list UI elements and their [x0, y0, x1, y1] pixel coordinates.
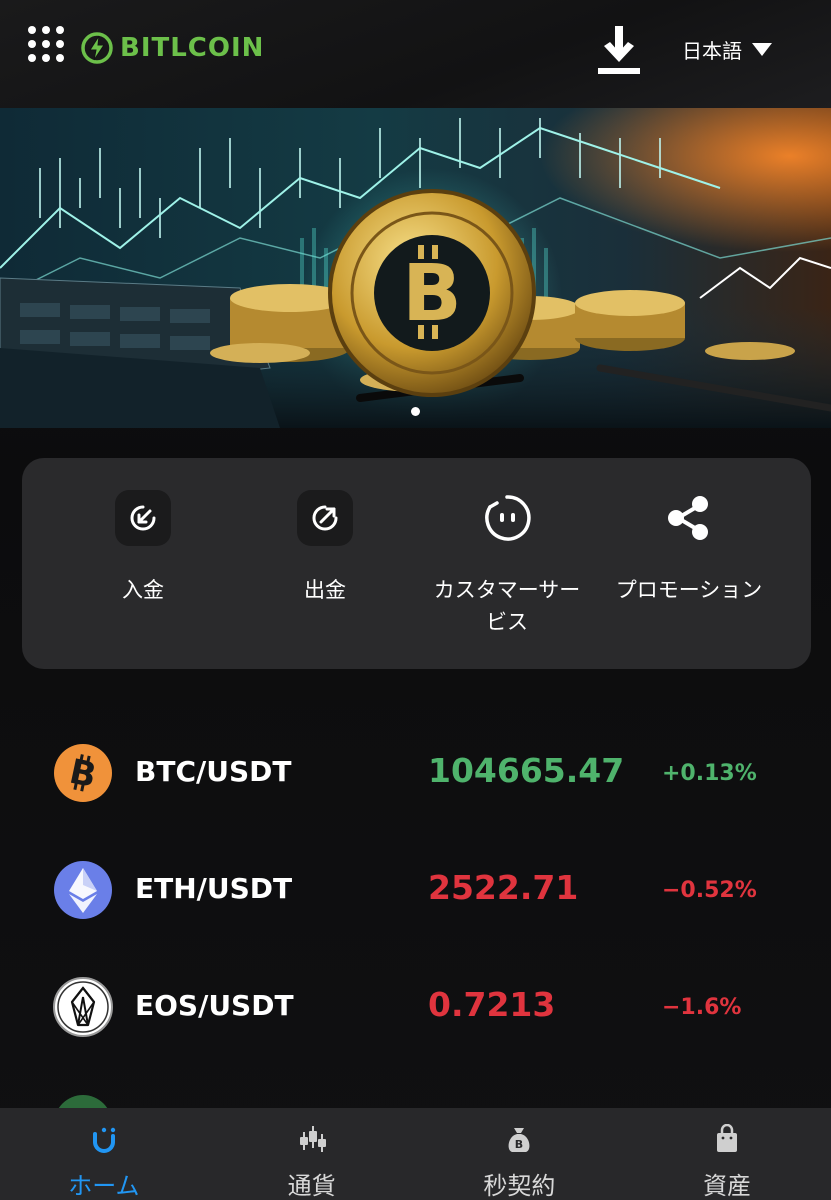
last-price: 104665.47: [428, 751, 625, 790]
nav-label: 資産: [703, 1172, 752, 1200]
quick-actions-card: 入金 出金 カスタマーサー ビス プロモーション: [22, 458, 811, 669]
pair-name: ETH/USDT: [135, 872, 293, 905]
language-selector[interactable]: 日本語: [682, 34, 772, 64]
last-price: 2522.71: [428, 868, 579, 907]
btc-icon: B: [54, 744, 112, 802]
market-row-btc[interactable]: B BTC/USDT 104665.47 +0.13%: [0, 715, 831, 832]
banner-pagination[interactable]: [0, 407, 831, 416]
home-icon: [92, 1127, 116, 1153]
candlestick-icon: [299, 1126, 326, 1152]
wallet-bag-icon: [717, 1124, 738, 1152]
deposit-arrow-icon: [115, 490, 171, 546]
nav-home[interactable]: ホーム: [0, 1108, 208, 1200]
last-price: 0.7213: [428, 985, 556, 1024]
customer-service-label-line1: カスタマーサー: [433, 578, 581, 602]
customer-service-label: カスタマーサー ビス: [416, 574, 598, 638]
brand-logo[interactable]: BITLCOIN: [80, 30, 264, 66]
eth-icon: [54, 861, 112, 919]
deposit-label: 入金: [122, 578, 164, 602]
share-icon: [661, 490, 717, 546]
nav-second-contract[interactable]: B 秒契約: [416, 1108, 624, 1200]
chat-face-icon: [479, 490, 535, 546]
price-change: +0.13%: [662, 761, 757, 786]
nav-label: 秒契約: [483, 1172, 556, 1200]
banner-dot-active[interactable]: [411, 407, 420, 416]
nav-currency[interactable]: 通貨: [208, 1108, 416, 1200]
price-change: −0.52%: [662, 878, 757, 903]
customer-service-label-line2: ビス: [486, 610, 528, 634]
caret-down-icon: [752, 42, 772, 56]
price-change: −1.6%: [662, 995, 742, 1020]
bitcoin-bag-icon: B: [508, 1128, 530, 1152]
language-label: 日本語: [682, 38, 742, 63]
market-row-eos[interactable]: EOS/USDT 0.7213 −1.6%: [0, 949, 831, 1066]
brand-name: BITLCOIN: [120, 33, 265, 63]
pair-name: EOS/USDT: [135, 989, 294, 1022]
market-row-eth[interactable]: ETH/USDT 2522.71 −0.52%: [0, 832, 831, 949]
banner-image: B: [0, 108, 831, 428]
grid-menu-icon[interactable]: [28, 26, 70, 68]
deposit-button[interactable]: 入金: [52, 458, 234, 669]
withdraw-label: 出金: [304, 578, 346, 602]
pair-name: BTC/USDT: [135, 755, 292, 788]
nav-label: ホーム: [68, 1172, 140, 1200]
customer-service-button[interactable]: カスタマーサー ビス: [416, 458, 598, 669]
promotion-label: プロモーション: [615, 578, 763, 602]
bottom-navigation: ホーム 通貨 B 秒契約 資産: [0, 1108, 831, 1200]
withdraw-button[interactable]: 出金: [234, 458, 416, 669]
app-screen: BITLCOIN 日本語 B 入金 出金 カスタマーサー ビス プロモーション …: [0, 0, 831, 1200]
withdraw-arrow-icon: [297, 490, 353, 546]
eos-icon: [53, 977, 113, 1037]
nav-assets[interactable]: 資産: [623, 1108, 831, 1200]
promotion-button[interactable]: プロモーション: [598, 458, 780, 669]
nav-label: 通貨: [287, 1172, 336, 1200]
svg-text:B: B: [515, 1138, 523, 1151]
lightning-logo-icon: [81, 32, 113, 64]
promo-banner[interactable]: B: [0, 108, 831, 428]
top-header: BITLCOIN 日本語: [0, 0, 831, 108]
download-icon[interactable]: [596, 24, 642, 76]
